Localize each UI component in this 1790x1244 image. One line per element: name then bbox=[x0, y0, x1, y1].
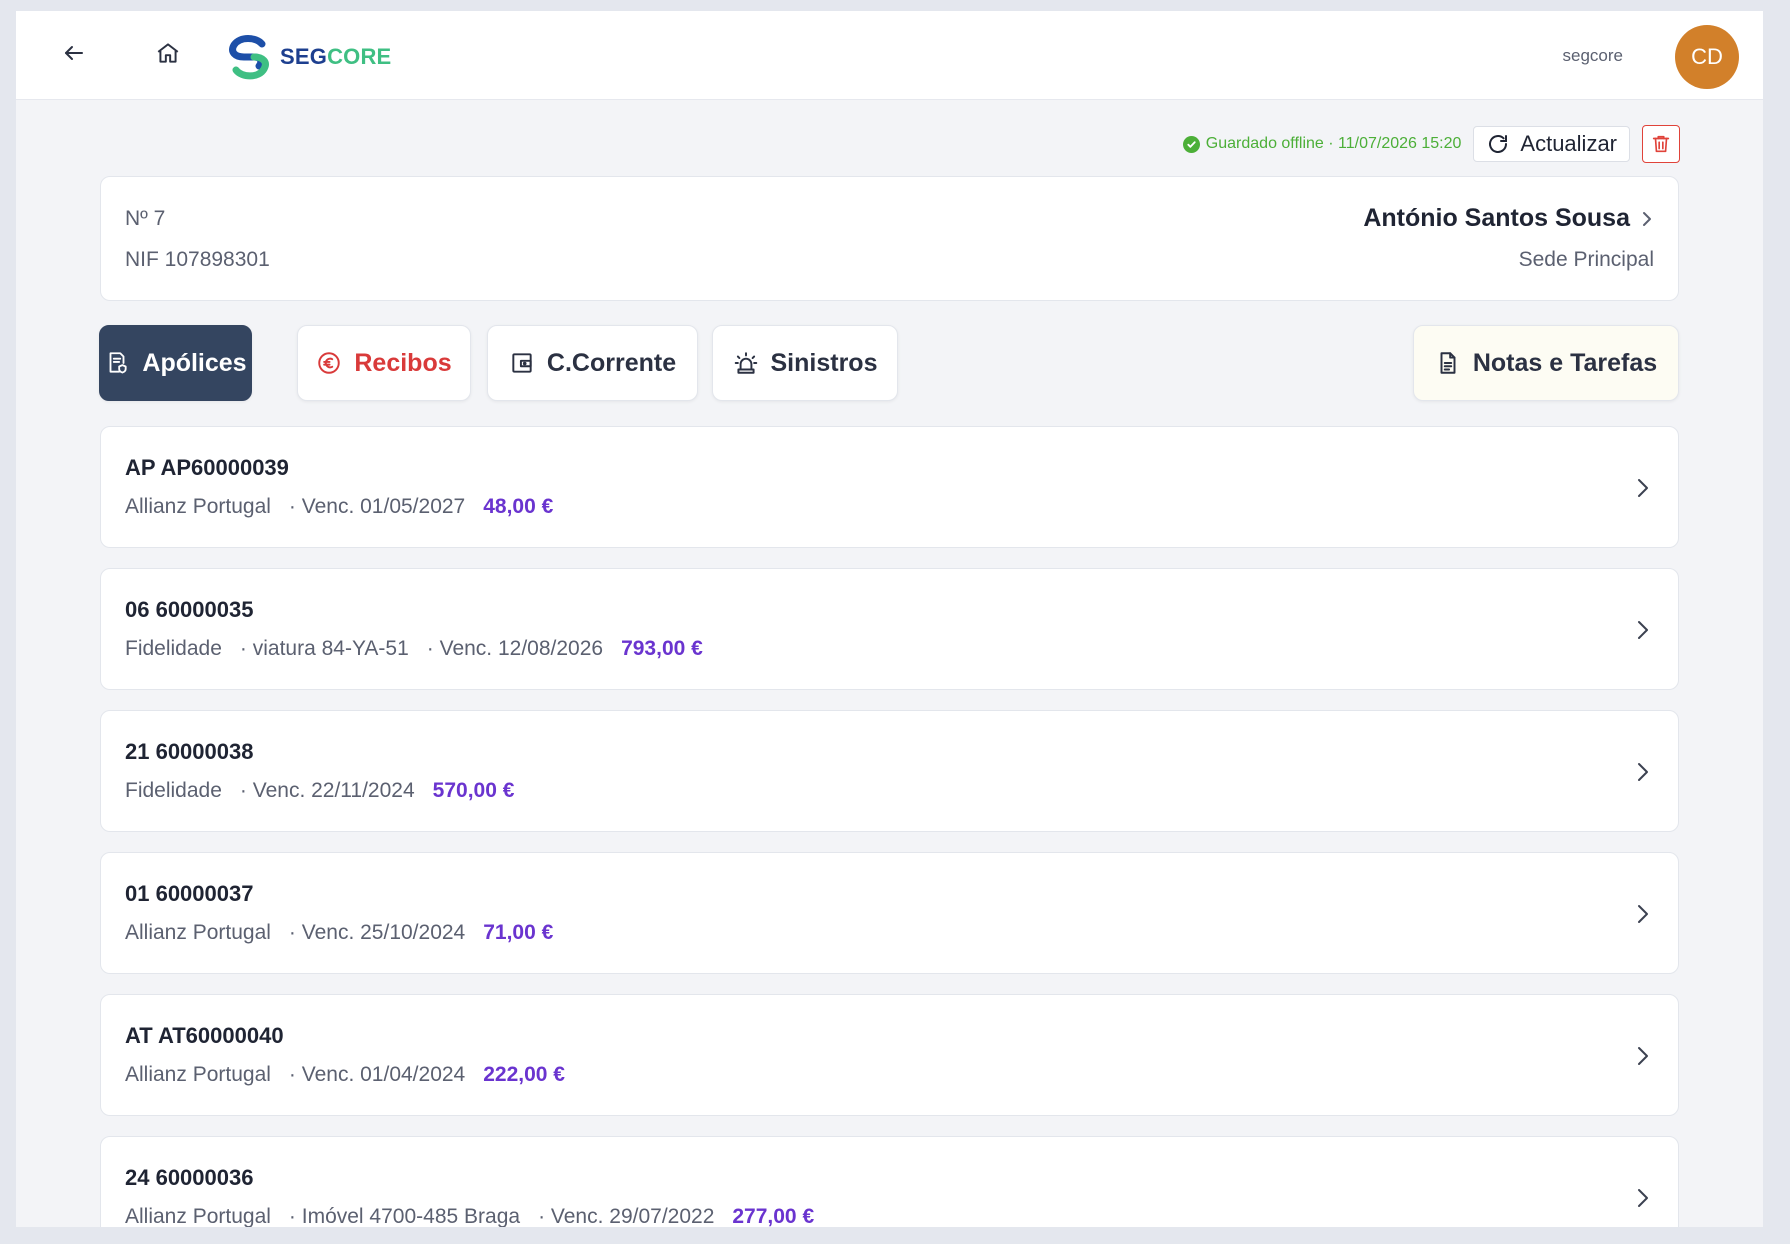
policy-document-icon bbox=[109, 352, 127, 374]
chevron-right-icon bbox=[1632, 616, 1654, 644]
home-button[interactable] bbox=[150, 35, 186, 71]
arrow-left-icon bbox=[65, 46, 83, 60]
delete-button[interactable] bbox=[1642, 125, 1680, 163]
chevron-right-icon bbox=[1632, 474, 1654, 502]
saved-status-text: Guardado offline · 11/07/2026 15:20 bbox=[1205, 135, 1462, 152]
insurer-name: Allianz Portugal bbox=[125, 495, 271, 518]
policy-amount: 570,00 € bbox=[432, 779, 515, 802]
policy-card[interactable]: AT AT60000040 Allianz Portugal · Venc. 0… bbox=[100, 994, 1679, 1116]
policy-id: 24 60000036 bbox=[125, 1165, 254, 1190]
wallet-icon bbox=[512, 353, 532, 373]
euro-circle-icon bbox=[318, 352, 341, 374]
segcore-logo[interactable]: SEGCORE bbox=[226, 33, 391, 81]
chevron-right-icon bbox=[1643, 211, 1651, 226]
siren-icon bbox=[734, 352, 757, 374]
tab-label: Apólices bbox=[142, 348, 247, 377]
chevron-right-icon bbox=[1632, 758, 1654, 786]
tab-label: C.Corrente bbox=[546, 348, 677, 377]
due-date: · Venc. 22/11/2024 bbox=[239, 779, 415, 802]
due-date: · Venc. 01/04/2024 bbox=[288, 1063, 466, 1086]
policy-id: 06 60000035 bbox=[125, 597, 254, 622]
insurer-name: Allianz Portugal bbox=[125, 1063, 271, 1086]
policy-id: 01 60000037 bbox=[125, 881, 254, 906]
policy-meta: Allianz Portugal · Imóvel 4700-485 Braga… bbox=[125, 1205, 814, 1227]
logo-wordmark-core: CORE bbox=[327, 44, 392, 69]
check-circle-icon bbox=[1182, 135, 1200, 153]
policy-meta: Allianz Portugal · Venc. 01/05/2027 48,0… bbox=[125, 495, 553, 519]
client-number: Nº 7 bbox=[125, 207, 166, 230]
insured-object: · viatura 84-YA-51 bbox=[239, 637, 409, 660]
insurer-name: Allianz Portugal bbox=[125, 921, 271, 944]
insured-object: · Imóvel 4700-485 Braga bbox=[288, 1205, 521, 1227]
client-nif: NIF 107898301 bbox=[125, 248, 270, 271]
tab-notas-e-tarefas[interactable]: Notas e Tarefas bbox=[1413, 325, 1679, 401]
insurer-name: Fidelidade bbox=[125, 637, 222, 660]
policy-card[interactable]: 24 60000036 Allianz Portugal · Imóvel 47… bbox=[100, 1136, 1679, 1227]
policy-id: 21 60000038 bbox=[125, 739, 254, 764]
chevron-right-icon bbox=[1632, 1184, 1654, 1212]
policy-card[interactable]: 06 60000035 Fidelidade · viatura 84-YA-5… bbox=[100, 568, 1679, 690]
due-date: · Venc. 29/07/2022 bbox=[538, 1205, 715, 1227]
policy-amount: 793,00 € bbox=[621, 637, 703, 660]
policy-amount: 48,00 € bbox=[483, 495, 554, 518]
document-icon bbox=[1440, 352, 1456, 374]
due-date: · Venc. 01/05/2027 bbox=[288, 495, 466, 518]
chevron-right-icon bbox=[1632, 1042, 1654, 1070]
insurer-name: Fidelidade bbox=[125, 779, 222, 802]
tab-sinistros[interactable]: Sinistros bbox=[712, 325, 898, 401]
logo-wordmark-seg: SEG bbox=[280, 44, 328, 69]
segcore-logo-icon bbox=[229, 35, 269, 80]
avatar[interactable]: CD bbox=[1675, 25, 1739, 89]
tab-recibos[interactable]: Recibos bbox=[297, 325, 471, 401]
policy-meta: Fidelidade · viatura 84-YA-51 · Venc. 12… bbox=[125, 637, 703, 661]
tab-label: Notas e Tarefas bbox=[1472, 348, 1658, 377]
policy-amount: 71,00 € bbox=[483, 921, 554, 944]
due-date: · Venc. 25/10/2024 bbox=[288, 921, 466, 944]
policy-meta: Fidelidade · Venc. 22/11/2024 570,00 € bbox=[125, 779, 514, 803]
tab-apolices[interactable]: Apólices bbox=[99, 325, 252, 401]
refresh-icon bbox=[1489, 135, 1508, 153]
client-name: António Santos Sousa bbox=[1363, 204, 1630, 232]
chevron-right-icon bbox=[1632, 900, 1654, 928]
top-bar: SEGCORE segcore CD bbox=[16, 11, 1763, 100]
policy-id: AT AT60000040 bbox=[125, 1023, 284, 1048]
policy-id: AP AP60000039 bbox=[125, 455, 289, 480]
policy-amount: 222,00 € bbox=[483, 1063, 565, 1086]
app-window: SEGCORE segcore CD Guardado offline · 11… bbox=[16, 11, 1763, 1227]
home-icon bbox=[157, 43, 179, 63]
user-name: segcore bbox=[1562, 46, 1623, 65]
policy-meta: Allianz Portugal · Venc. 01/04/2024 222,… bbox=[125, 1063, 565, 1087]
tab-c-corrente[interactable]: C.Corrente bbox=[487, 325, 698, 401]
policy-card[interactable]: 01 60000037 Allianz Portugal · Venc. 25/… bbox=[100, 852, 1679, 974]
refresh-button[interactable]: Actualizar bbox=[1473, 126, 1630, 162]
due-date: · Venc. 12/08/2026 bbox=[426, 637, 604, 660]
tab-label: Recibos bbox=[354, 348, 452, 377]
policy-meta: Allianz Portugal · Venc. 25/10/2024 71,0… bbox=[125, 921, 553, 945]
back-button[interactable] bbox=[56, 35, 92, 71]
trash-icon bbox=[1652, 135, 1670, 153]
refresh-label: Actualizar bbox=[1520, 131, 1617, 156]
client-branch: Sede Principal bbox=[1518, 248, 1654, 271]
tab-label: Sinistros bbox=[770, 348, 878, 377]
status-row: Guardado offline · 11/07/2026 15:20 Actu… bbox=[1182, 124, 1680, 164]
saved-status: Guardado offline · 11/07/2026 15:20 bbox=[1182, 135, 1462, 153]
policy-card[interactable]: 21 60000038 Fidelidade · Venc. 22/11/202… bbox=[100, 710, 1679, 832]
policy-card[interactable]: AP AP60000039 Allianz Portugal · Venc. 0… bbox=[100, 426, 1679, 548]
logo-wordmark: SEGCORE bbox=[280, 44, 391, 70]
insurer-name: Allianz Portugal bbox=[125, 1205, 271, 1227]
client-name-link[interactable]: António Santos Sousa bbox=[1363, 204, 1654, 233]
client-card: Nº 7 NIF 107898301 António Santos Sousa … bbox=[100, 176, 1679, 301]
policy-amount: 277,00 € bbox=[732, 1205, 815, 1227]
